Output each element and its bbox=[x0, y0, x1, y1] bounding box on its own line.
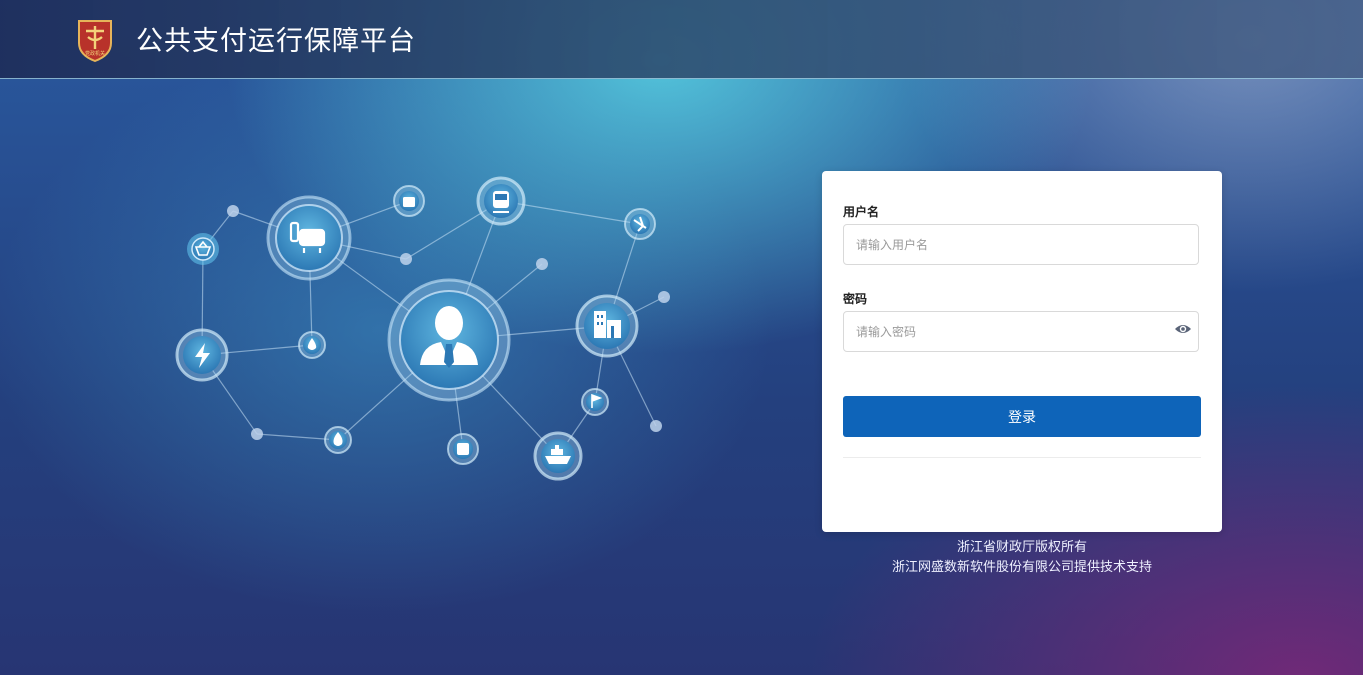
fire-node bbox=[324, 426, 352, 454]
bus-node bbox=[447, 433, 479, 465]
airplane-node bbox=[624, 208, 656, 240]
building-node bbox=[575, 294, 639, 358]
divider bbox=[843, 457, 1201, 458]
logo-emblem: 党政机关 bbox=[78, 20, 112, 63]
ship-node bbox=[533, 431, 583, 481]
page-title: 公共支付运行保障平台 bbox=[136, 26, 416, 57]
eye-icon[interactable] bbox=[1174, 322, 1192, 336]
person-node bbox=[387, 278, 511, 402]
support-text: 浙江网盛数新软件股份有限公司提供技术支持 bbox=[891, 560, 1152, 575]
luggage-node bbox=[393, 185, 425, 217]
network-illustration bbox=[175, 176, 670, 481]
username-label: 用户名 bbox=[843, 205, 880, 219]
login-card: 用户名 密码 登录 bbox=[822, 171, 1222, 532]
train-node bbox=[476, 176, 526, 226]
login-button[interactable]: 登录 bbox=[843, 396, 1201, 437]
footer: 浙江省财政厅版权所有 浙江网盛数新软件股份有限公司提供技术支持 bbox=[822, 538, 1222, 578]
flag-node bbox=[581, 388, 609, 416]
bus-icon bbox=[457, 443, 469, 455]
password-label: 密码 bbox=[843, 292, 868, 306]
logo-text: 党政机关 bbox=[85, 50, 105, 57]
lightning-node bbox=[175, 328, 229, 382]
username-input[interactable] bbox=[843, 224, 1199, 265]
luggage-icon bbox=[403, 197, 415, 207]
top-header: 党政机关 公共支付运行保障平台 bbox=[0, 0, 1363, 79]
water-drop-node bbox=[298, 331, 326, 359]
copyright-text: 浙江省财政厅版权所有 bbox=[956, 540, 1087, 555]
car-traffic-node bbox=[266, 195, 352, 281]
password-input[interactable] bbox=[843, 311, 1199, 352]
shopping-basket-node bbox=[187, 233, 219, 265]
